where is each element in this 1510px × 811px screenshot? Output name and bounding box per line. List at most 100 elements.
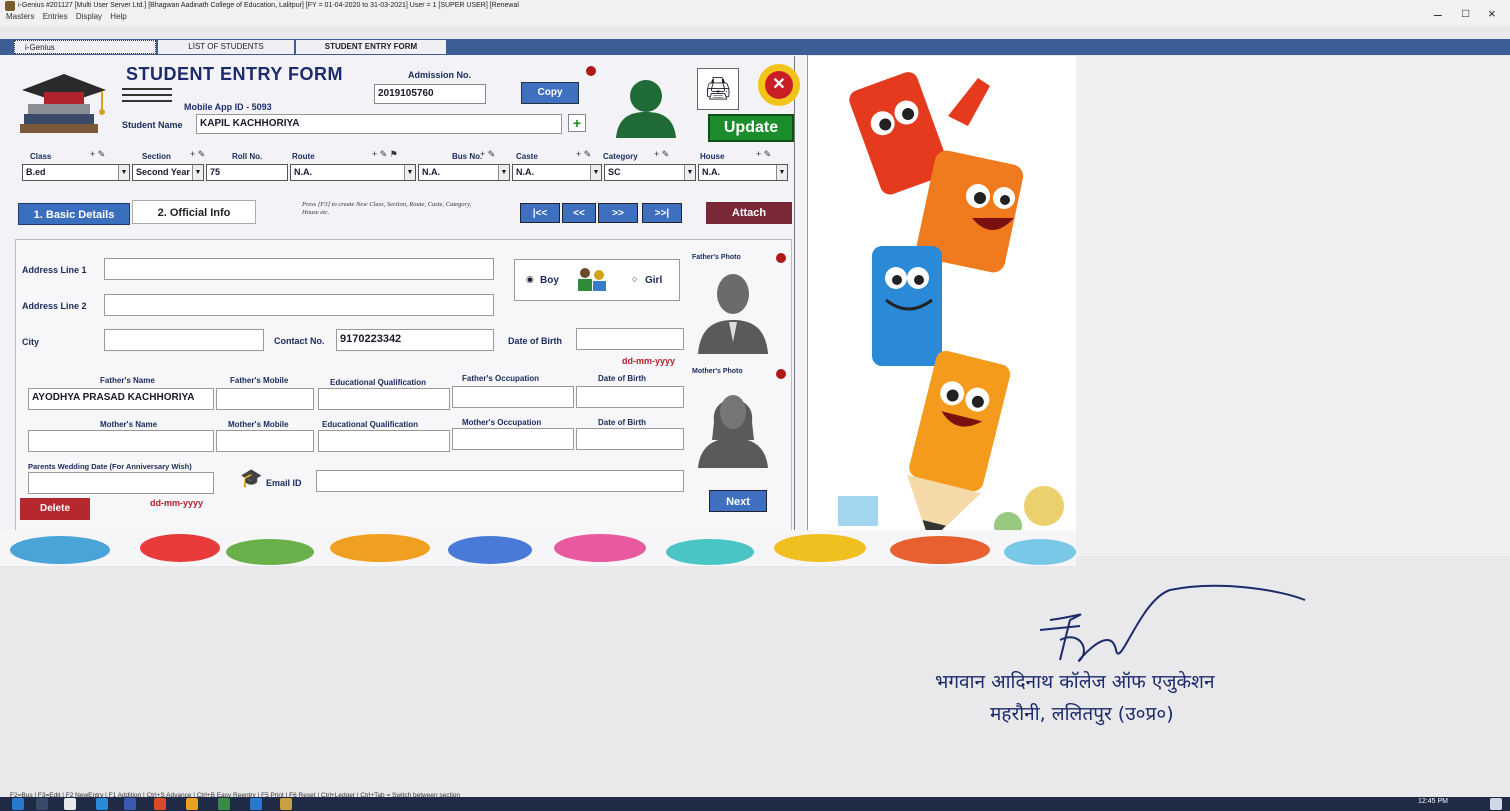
student-name-label: Student Name [122, 120, 183, 130]
wedding-date-input[interactable] [28, 472, 214, 494]
add-student-icon[interactable]: + [568, 114, 586, 132]
busno-select[interactable]: N.A. ▼ [418, 164, 510, 181]
file-explorer-icon[interactable] [64, 798, 76, 810]
store-icon[interactable] [124, 798, 136, 810]
caste-add-edit-icon[interactable]: + ✎ [576, 149, 591, 160]
update-button[interactable]: Update [708, 114, 794, 142]
city-label: City [22, 337, 40, 347]
tab-student-entry-form[interactable]: STUDENT ENTRY FORM [296, 40, 446, 54]
task-view-icon[interactable] [36, 798, 48, 810]
father-photo-placeholder-icon[interactable] [696, 268, 770, 354]
window-close-button[interactable]: × [1488, 6, 1496, 21]
busno-add-edit-icon[interactable]: + ✎ [480, 149, 495, 160]
app-icon-blue[interactable] [250, 798, 262, 810]
system-clock: 12:45 PM [1418, 798, 1448, 805]
address-line2-label: Address Line 2 [22, 301, 87, 311]
father-dob-input[interactable] [576, 386, 684, 408]
previous-record-button[interactable]: << [562, 203, 596, 223]
mother-occupation-label: Mother's Occupation [462, 418, 542, 427]
city-input[interactable] [104, 329, 264, 351]
student-name-input[interactable]: KAPIL KACHHORIYA [196, 114, 562, 134]
start-button-icon[interactable] [12, 798, 24, 810]
copy-button[interactable]: Copy [521, 82, 579, 104]
igenius-app-icon[interactable] [280, 798, 292, 810]
mother-dob-input[interactable] [576, 428, 684, 450]
route-value: N.A. [294, 167, 312, 177]
class-value: B.ed [26, 167, 46, 177]
college-stamp-line2: महरौनी, ललितपुर (उ०प्र०) [990, 703, 1174, 725]
mother-occupation-input[interactable] [452, 428, 574, 450]
father-edu-label: Educational Qualification [330, 378, 427, 387]
boy-girl-icon [578, 268, 606, 291]
next-button[interactable]: Next [709, 490, 767, 512]
remove-father-photo-icon[interactable] [776, 253, 786, 263]
edge-icon[interactable] [96, 798, 108, 810]
menu-display[interactable]: Display [76, 12, 102, 21]
mother-photo-placeholder-icon[interactable] [696, 382, 770, 468]
empty-workspace [1076, 56, 1510, 556]
category-add-edit-icon[interactable]: + ✎ [654, 149, 669, 160]
student-avatar-icon[interactable] [612, 76, 680, 138]
contact-no-input[interactable]: 9170223342 [336, 329, 494, 351]
mother-name-input[interactable] [28, 430, 214, 452]
address-line1-input[interactable] [104, 258, 494, 280]
section-value: Second Year [136, 167, 190, 177]
class-select[interactable]: B.ed ▼ [22, 164, 130, 181]
menu-masters[interactable]: Masters [6, 12, 34, 21]
divider-line [122, 94, 172, 96]
tab-list-of-students[interactable]: LIST OF STUDENTS [158, 40, 294, 54]
mother-mobile-input[interactable] [216, 430, 314, 452]
tab-genius[interactable]: i-Genius [14, 40, 156, 54]
email-input[interactable] [316, 470, 684, 492]
route-select[interactable]: N.A. ▼ [290, 164, 416, 181]
attach-button[interactable]: Attach [706, 202, 792, 224]
boy-radio[interactable]: ◉ [526, 274, 534, 285]
caste-select[interactable]: N.A. ▼ [512, 164, 602, 181]
update-button-label: Update [723, 119, 779, 136]
menu-entries[interactable]: Entries [43, 12, 68, 21]
address-line2-input[interactable] [104, 294, 494, 316]
girl-radio[interactable]: ○ [632, 274, 637, 284]
mother-edu-input[interactable] [318, 430, 450, 452]
close-icon: ✕ [765, 71, 793, 99]
father-name-input[interactable]: AYODHYA PRASAD KACHHORIYA [28, 388, 214, 410]
menu-help[interactable]: Help [110, 12, 126, 21]
menu-bar: Masters Entries Display Help [6, 12, 133, 21]
next-record-button[interactable]: >> [598, 203, 638, 223]
first-record-button[interactable]: |<< [520, 203, 560, 223]
printer-icon: 🖨 [704, 76, 732, 101]
pencil-mascot-illustration [808, 56, 1076, 556]
route-add-edit-icon[interactable]: + ✎ ⚑ [372, 149, 398, 160]
remove-icon[interactable] [586, 66, 596, 76]
category-select[interactable]: SC ▼ [604, 164, 696, 181]
section-add-edit-icon[interactable]: + ✎ [190, 149, 205, 160]
last-record-button[interactable]: >>| [642, 203, 682, 223]
minimize-button[interactable]: – [1434, 6, 1442, 22]
father-mobile-input[interactable] [216, 388, 314, 410]
divider-line [122, 88, 172, 90]
notifications-icon[interactable] [1490, 798, 1502, 810]
maximize-button[interactable]: □ [1462, 6, 1469, 20]
admission-no-input[interactable]: 2019105760 [374, 84, 486, 104]
app-icon-red[interactable] [154, 798, 166, 810]
rollno-input[interactable]: 75 [206, 164, 288, 181]
tab-basic-details[interactable]: 1. Basic Details [18, 203, 130, 225]
house-select[interactable]: N.A. ▼ [698, 164, 788, 181]
caste-label: Caste [516, 152, 538, 161]
father-edu-input[interactable] [318, 388, 450, 410]
chrome-icon[interactable] [186, 798, 198, 810]
class-add-edit-icon[interactable]: + ✎ [90, 149, 105, 160]
category-label: Category [603, 152, 638, 161]
remove-mother-photo-icon[interactable] [776, 369, 786, 379]
divider-line [122, 100, 172, 102]
section-select[interactable]: Second Year ▼ [132, 164, 204, 181]
house-add-edit-icon[interactable]: + ✎ [756, 149, 771, 160]
hint-text: Press [F3] to create New Class, Section,… [302, 201, 472, 217]
app-icon-green[interactable] [218, 798, 230, 810]
dob-input[interactable] [576, 328, 684, 350]
delete-button[interactable]: Delete [20, 498, 90, 520]
tab-official-info[interactable]: 2. Official Info [132, 200, 256, 224]
father-occupation-input[interactable] [452, 386, 574, 408]
chevron-down-icon: ▼ [118, 165, 129, 180]
print-button[interactable]: 🖨 [697, 68, 739, 110]
